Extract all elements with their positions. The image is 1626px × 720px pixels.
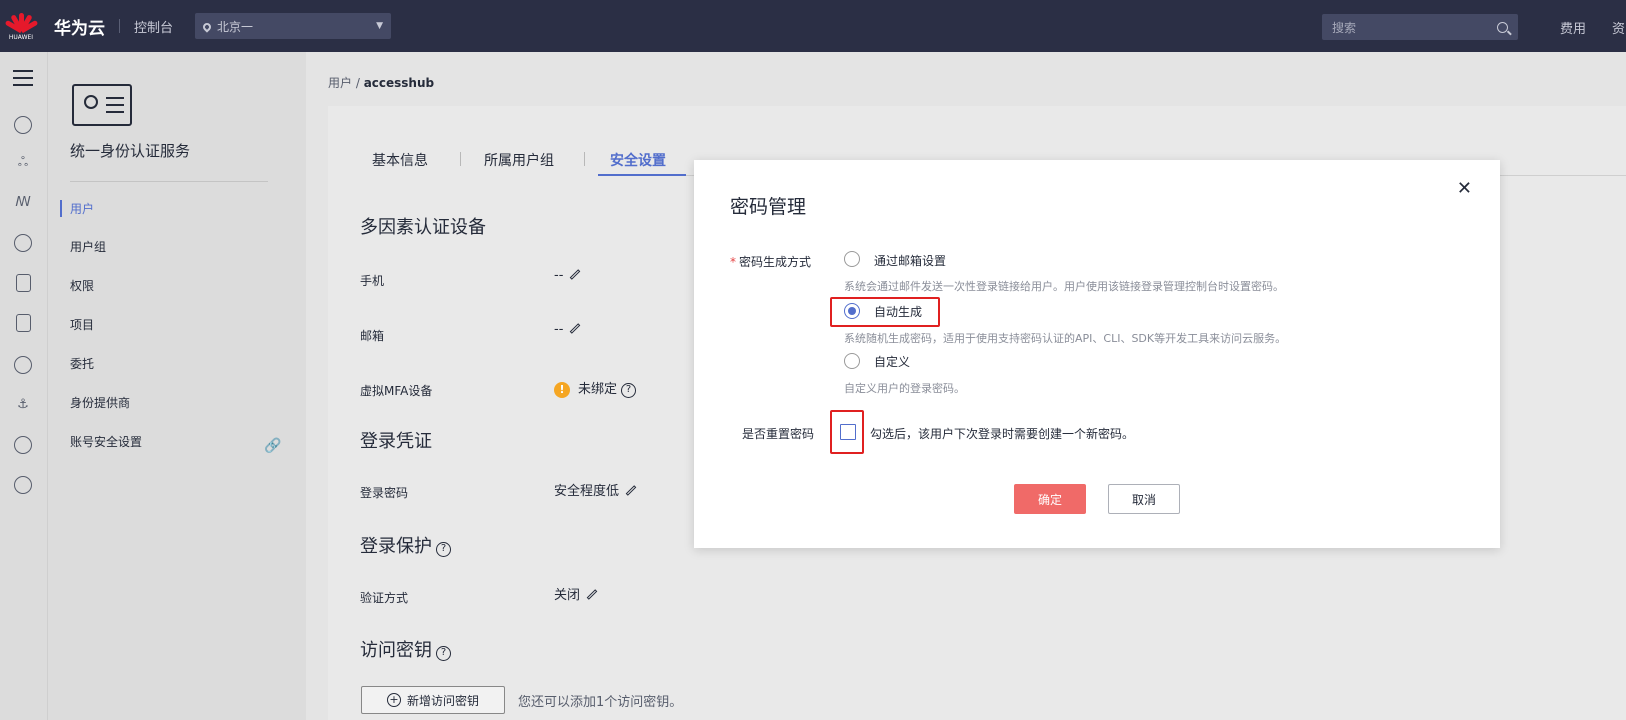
login-password-label: 登录密码 — [360, 486, 409, 500]
option-email-setup-label[interactable]: 通过邮箱设置 — [874, 252, 946, 269]
radio-custom[interactable] — [844, 353, 860, 369]
anchor-icon[interactable]: ⚓ — [12, 396, 34, 414]
radio-email-setup[interactable] — [844, 251, 860, 267]
breadcrumb-current: accesshub — [363, 76, 435, 90]
network-icon[interactable]: ஃ — [12, 154, 34, 172]
divider — [584, 152, 585, 166]
reset-password-checkbox[interactable] — [840, 424, 856, 440]
login-protection-heading: 登录保护? — [360, 532, 451, 558]
huawei-logo[interactable]: HUAWEI — [0, 0, 42, 52]
service-title: 统一身份认证服务 — [70, 142, 191, 160]
edit-icon[interactable] — [570, 269, 581, 280]
reset-password-label: 是否重置密码 — [742, 427, 815, 441]
email-value: -- — [554, 322, 581, 337]
huawei-petals-icon — [4, 11, 39, 34]
access-key-note: 您还可以添加1个访问密钥。 — [518, 695, 683, 710]
search-input[interactable]: 搜索 — [1322, 14, 1518, 40]
verification-method-label: 验证方式 — [360, 591, 409, 605]
database-icon[interactable] — [14, 234, 32, 252]
cancel-button[interactable]: 取消 — [1108, 484, 1180, 514]
email-label: 邮箱 — [360, 329, 385, 343]
fee-link[interactable]: 费用 — [1560, 18, 1586, 37]
access-key-heading: 访问密钥? — [360, 636, 451, 662]
tab-security-settings[interactable]: 安全设置 — [610, 150, 666, 170]
resources-link[interactable]: 资 — [1612, 18, 1625, 37]
sidebar-item-permissions[interactable]: 权限 — [70, 277, 94, 294]
caret-down-icon: ▼ — [376, 21, 384, 31]
region-label: 北京一 — [217, 19, 254, 34]
location-pin-icon — [201, 20, 213, 33]
edit-icon[interactable] — [570, 323, 581, 334]
tab-basic-info[interactable]: 基本信息 — [372, 150, 428, 170]
mfa-heading: 多因素认证设备 — [360, 217, 486, 238]
service-icon-rail: ஃ ꟿ ⚓ — [0, 52, 48, 720]
console-link[interactable]: 控制台 — [134, 17, 173, 36]
help-icon[interactable]: ? — [436, 646, 451, 661]
sidebar-item-projects[interactable]: 项目 — [70, 316, 94, 333]
option-email-setup-hint: 系统会通过邮件发送一次性登录链接给用户。用户使用该链接登录管理控制台时设置密码。 — [844, 280, 1284, 293]
cloud-icon[interactable] — [14, 356, 32, 374]
logo-text: HUAWEI — [8, 34, 34, 41]
sidebar-item-identity-providers[interactable]: 身份提供商 — [70, 394, 130, 411]
option-custom-label[interactable]: 自定义 — [874, 353, 910, 370]
password-management-dialog: 密码管理 ✕ * 密码生成方式 通过邮箱设置 系统会通过邮件发送一次性登录链接给用… — [694, 160, 1500, 548]
option-custom-hint: 自定义用户的登录密码。 — [844, 382, 965, 395]
ip-icon[interactable] — [14, 476, 32, 494]
password-generation-label: * 密码生成方式 — [730, 255, 812, 269]
divider — [460, 152, 461, 166]
help-icon[interactable]: ? — [621, 383, 637, 398]
region-selector[interactable]: 北京一 ▼ — [195, 13, 392, 39]
tab-user-groups[interactable]: 所属用户组 — [484, 150, 554, 170]
disk-icon[interactable] — [16, 314, 31, 332]
warning-icon: ! — [554, 382, 570, 398]
sidebar-item-account-security[interactable]: 账号安全设置 — [70, 433, 142, 450]
menu-icon[interactable] — [13, 70, 33, 86]
required-marker: * — [730, 255, 736, 269]
phone-label: 手机 — [360, 274, 385, 288]
storage-icon[interactable] — [16, 274, 31, 292]
edit-icon[interactable] — [625, 485, 637, 496]
virtual-mfa-label: 虚拟MFA设备 — [360, 384, 433, 398]
globe-icon[interactable] — [14, 436, 32, 454]
option-auto-generate-label[interactable]: 自动生成 — [874, 303, 922, 320]
sidebar-item-users[interactable]: 用户 — [60, 200, 94, 217]
verification-method-value: 关闭 — [554, 584, 598, 603]
active-tab-indicator — [598, 174, 686, 176]
virtual-mfa-value: ! 未绑定? — [554, 378, 637, 398]
divider — [70, 181, 268, 182]
help-icon[interactable]: ? — [436, 542, 451, 557]
login-password-value: 安全程度低 — [554, 480, 637, 499]
add-access-key-button[interactable]: + 新增访问密钥 — [361, 686, 505, 714]
search-icon[interactable] — [1497, 21, 1508, 33]
reset-password-hint: 勾选后，该用户下次登录时需要创建一个新密码。 — [870, 427, 1135, 441]
monitor-icon[interactable]: ꟿ — [12, 194, 34, 212]
radio-auto-generate[interactable] — [844, 303, 860, 319]
divider — [119, 19, 120, 33]
brand-name[interactable]: 华为云 — [54, 14, 105, 39]
sidebar-item-agencies[interactable]: 委托 — [70, 355, 94, 372]
dialog-title: 密码管理 — [730, 196, 807, 218]
close-icon[interactable]: ✕ — [1457, 178, 1472, 199]
cloud-server-icon[interactable] — [14, 116, 32, 134]
search-placeholder: 搜索 — [1332, 20, 1357, 35]
service-sidebar: 统一身份认证服务 用户 用户组 权限 项目 委托 身份提供商 账号安全设置 🔗 — [48, 52, 306, 720]
option-auto-generate-hint: 系统随机生成密码，适用于使用支持密码认证的API、CLI、SDK等开发工具来访问… — [844, 332, 1287, 345]
breadcrumb-parent[interactable]: 用户 / — [328, 76, 364, 90]
id-card-icon — [72, 84, 132, 126]
phone-value: -- — [554, 268, 581, 283]
external-link-icon: 🔗 — [264, 438, 282, 454]
login-credential-heading: 登录凭证 — [360, 431, 432, 452]
plus-icon: + — [386, 693, 401, 707]
edit-icon[interactable] — [586, 589, 598, 600]
breadcrumb: 用户 / accesshub — [328, 74, 434, 91]
sidebar-item-user-groups[interactable]: 用户组 — [70, 238, 106, 255]
confirm-button[interactable]: 确定 — [1014, 484, 1086, 514]
